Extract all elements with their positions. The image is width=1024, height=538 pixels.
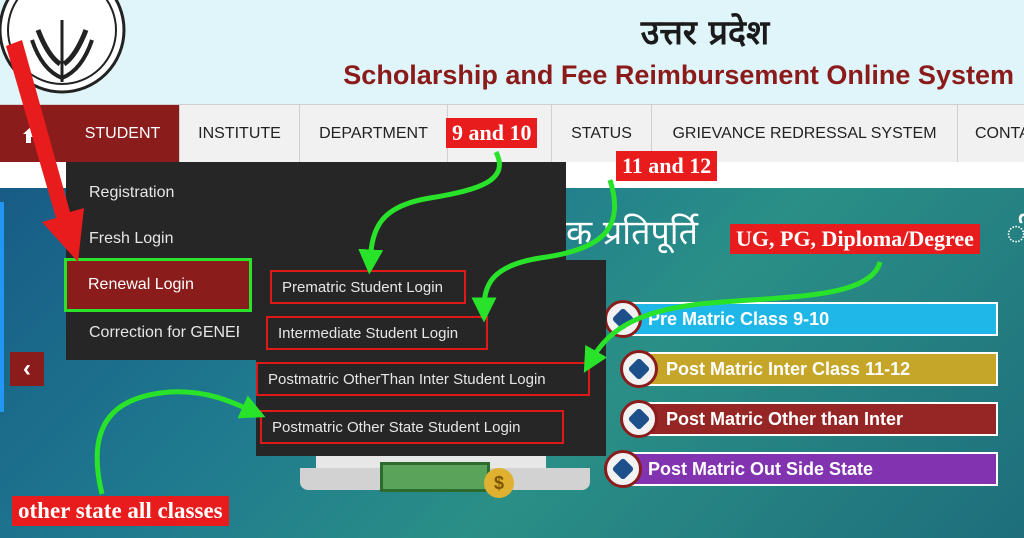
menu-item-fresh-login[interactable]: Fresh Login <box>89 230 174 248</box>
coin-icon: $ <box>484 468 514 498</box>
menu-item-correction[interactable]: Correction for GENERA <box>89 324 239 342</box>
banner-hindi-heading-end: ी, <box>1006 213 1024 253</box>
nav-contact[interactable]: CONTA <box>958 105 1024 163</box>
books-illustration <box>380 462 490 492</box>
state-title-hindi: उत्तर प्रदेश <box>640 13 770 53</box>
banner-left-edge <box>0 202 4 412</box>
graduation-cap-icon <box>620 350 658 388</box>
site-title: Scholarship and Fee Reimbursement Online… <box>343 60 1014 90</box>
banner-row-post-matric-other[interactable]: Post Matric Other than Inter <box>642 402 998 436</box>
banner-row-pre-matric[interactable]: Pre Matric Class 9-10 <box>624 302 998 336</box>
submenu-postmatric-other-state-login[interactable]: Postmatric Other State Student Login <box>260 410 564 444</box>
menu-item-renewal-login[interactable]: Renewal Login <box>64 258 252 312</box>
nav-home[interactable] <box>0 105 66 163</box>
submenu-prematric-login[interactable]: Prematric Student Login <box>270 270 466 304</box>
graduation-cap-icon <box>604 450 642 488</box>
nav-department[interactable]: DEPARTMENT <box>300 105 448 163</box>
callout-11-and-12: 11 and 12 <box>616 151 718 181</box>
site-header: उत्तर प्रदेश Scholarship and Fee Reimbur… <box>0 0 1024 104</box>
home-icon <box>23 125 43 143</box>
nav-student[interactable]: STUDENT <box>66 105 180 163</box>
renewal-login-submenu: Prematric Student Login Intermediate Stu… <box>256 260 606 456</box>
graduation-cap-icon <box>604 300 642 338</box>
callout-9-and-10: 9 and 10 <box>446 118 538 148</box>
submenu-intermediate-login[interactable]: Intermediate Student Login <box>266 316 488 350</box>
banner-hindi-heading: क प्रतिपूर्ति <box>566 213 698 253</box>
banner-row-post-matric-inter[interactable]: Post Matric Inter Class 11-12 <box>642 352 998 386</box>
slider-prev-button[interactable]: ‹ <box>10 352 44 386</box>
nav-institute[interactable]: INSTITUTE <box>180 105 300 163</box>
callout-ug-pg-diploma: UG, PG, Diploma/Degree <box>730 224 980 254</box>
submenu-postmatric-other-than-inter-login[interactable]: Postmatric OtherThan Inter Student Login <box>256 362 590 396</box>
callout-other-state: other state all classes <box>12 496 229 526</box>
menu-item-registration[interactable]: Registration <box>89 184 174 202</box>
graduation-cap-icon <box>620 400 658 438</box>
banner-row-post-matric-out-state[interactable]: Post Matric Out Side State <box>624 452 998 486</box>
